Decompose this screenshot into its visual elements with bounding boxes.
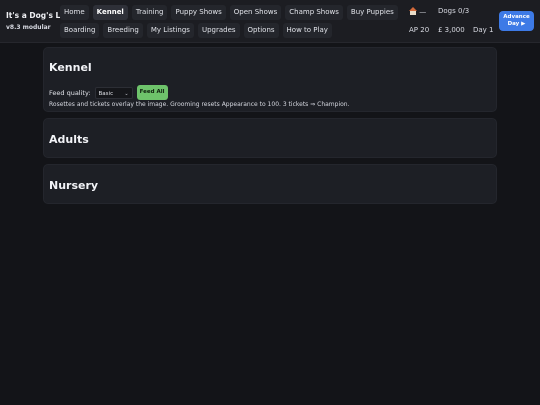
tab-puppy-shows[interactable]: Puppy Shows: [171, 5, 226, 20]
tab-breeding[interactable]: Breeding: [103, 23, 143, 38]
feed-controls: Feed quality: Basic ⌄ Feed All: [49, 85, 168, 100]
advance-label-line2: Day ▶: [507, 21, 526, 27]
nav-row-2: Boarding Breeding My Listings Upgrades Optio…: [60, 23, 400, 38]
money: £ 3,000: [438, 26, 465, 34]
feed-quality-value: Basic: [98, 90, 114, 97]
feed-quality-label: Feed quality:: [49, 88, 91, 97]
tab-how-to-play[interactable]: How to Play: [282, 23, 332, 38]
kennel-title: Kennel: [49, 61, 92, 74]
kennel-note: Rosettes and tickets overlay the image. …: [49, 101, 350, 108]
tab-champ-shows[interactable]: Champ Shows: [285, 5, 343, 20]
home-value: —: [419, 8, 427, 16]
action-points: AP 20: [409, 26, 430, 34]
nursery-title: Nursery: [49, 179, 99, 192]
feed-all-button[interactable]: Feed All: [136, 85, 168, 100]
tab-options[interactable]: Options: [243, 23, 279, 38]
tab-training[interactable]: Training: [131, 5, 168, 20]
house-icon: [409, 7, 417, 15]
nursery-panel: Nursery: [43, 164, 497, 204]
advance-day-button[interactable]: Advance Day ▶: [499, 11, 534, 31]
chevron-down-icon: ⌄: [124, 90, 129, 97]
tab-upgrades[interactable]: Upgrades: [197, 23, 240, 38]
dogs-count: Dogs 0/3: [438, 7, 470, 15]
day-counter: Day 1: [473, 26, 494, 34]
advance-label-line1: Advance: [503, 14, 530, 20]
tab-buy-puppies[interactable]: Buy Puppies: [346, 5, 398, 20]
kennel-panel: Kennel Feed quality: Basic ⌄ Feed All Ro…: [43, 47, 497, 112]
tab-home[interactable]: Home: [60, 5, 89, 20]
nav-row-1: Home Kennel Training Puppy Shows Open Shows C…: [60, 5, 400, 20]
tab-open-shows[interactable]: Open Shows: [229, 5, 282, 20]
main-nav: Home Kennel Training Puppy Shows Open Shows C…: [60, 5, 400, 41]
tab-kennel[interactable]: Kennel: [92, 5, 128, 20]
tab-boarding[interactable]: Boarding: [60, 23, 100, 38]
home-stat: —: [409, 7, 426, 16]
adults-title: Adults: [49, 133, 89, 146]
adults-panel: Adults: [43, 118, 497, 158]
top-bar: It's a Dog's Life v8.3 modular Home Kenne…: [0, 0, 540, 43]
feed-quality-select[interactable]: Basic ⌄: [94, 86, 133, 99]
tab-my-listings[interactable]: My Listings: [146, 23, 194, 38]
